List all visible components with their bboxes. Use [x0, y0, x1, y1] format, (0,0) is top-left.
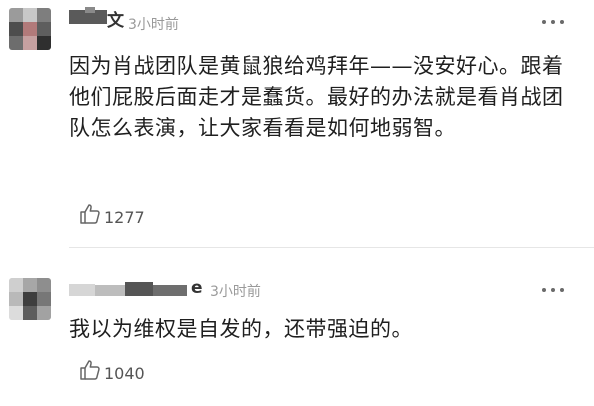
like-count: 1277	[104, 208, 145, 227]
username[interactable]: e	[69, 278, 205, 300]
username[interactable]: 文	[69, 7, 125, 31]
comment-text: 我以为维权是自发的，还带强迫的。	[69, 317, 413, 341]
username-text: e	[191, 278, 203, 298]
like-button[interactable]: 1277	[78, 202, 158, 230]
more-dots-icon[interactable]	[540, 284, 570, 296]
comment-time: 3小时前	[128, 17, 179, 33]
divider	[69, 247, 594, 248]
avatar[interactable]	[9, 8, 51, 50]
like-button[interactable]: 1040	[78, 358, 158, 386]
username-text: 文	[107, 11, 124, 31]
comment-item: e 3小时前 我以为维权是自发的，还带强迫的。 1040	[0, 262, 594, 406]
comment-time: 3小时前	[210, 284, 261, 300]
like-count: 1040	[104, 364, 145, 383]
more-dots-icon[interactable]	[540, 16, 570, 28]
comment-text: 因为肖战团队是黄鼠狼给鸡拜年——没安好心。跟着他们屁股后面走才是蠢货。最好的办法…	[69, 54, 564, 140]
avatar[interactable]	[9, 278, 51, 320]
comment-item: 文 3小时前 因为肖战团队是黄鼠狼给鸡拜年——没安好心。跟着他们屁股后面走才是蠢…	[0, 0, 594, 250]
thumbs-up-icon	[80, 204, 100, 224]
thumbs-up-icon	[80, 360, 100, 380]
